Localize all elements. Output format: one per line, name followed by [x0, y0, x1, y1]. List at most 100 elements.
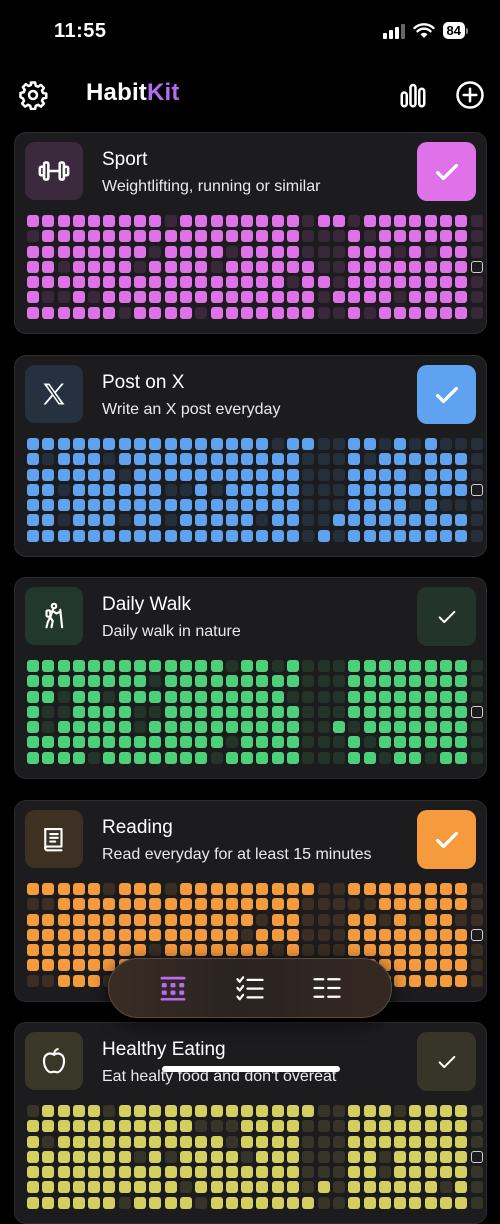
- history-day-cell: [241, 499, 254, 512]
- history-day-cell: [225, 438, 238, 450]
- history-day-cell: [88, 230, 101, 243]
- history-day-cell: [302, 1181, 315, 1194]
- history-day-cell: [363, 675, 376, 688]
- history-day-cell: [363, 438, 376, 450]
- history-day-cell: [440, 306, 453, 319]
- history-day-cell: [394, 898, 407, 911]
- history-day-cell: [363, 1166, 376, 1179]
- history-day-cell: [409, 959, 422, 972]
- history-day-cell: [440, 928, 453, 941]
- history-day-cell: [363, 751, 376, 764]
- history-day-cell: [455, 660, 468, 672]
- history-day-cell: [256, 751, 269, 764]
- history-day-cell: [72, 736, 85, 749]
- history-day-cell: [317, 928, 330, 941]
- nav-checklist-button[interactable]: [230, 968, 270, 1008]
- wifi-icon: [412, 22, 435, 38]
- history-day-cell: [256, 1135, 269, 1148]
- nav-list-view-button[interactable]: [307, 968, 347, 1008]
- history-day-cell: [302, 291, 315, 304]
- history-day-cell: [164, 736, 177, 749]
- history-day-cell: [317, 468, 330, 481]
- history-day-cell: [210, 736, 223, 749]
- history-day-cell: [210, 306, 223, 319]
- history-day-cell: [57, 959, 70, 972]
- history-day-cell: [363, 1105, 376, 1117]
- habit-card-post-on-x[interactable]: Post on X Write an X post everyday: [14, 355, 487, 557]
- history-day-cell: [42, 453, 55, 466]
- history-day-cell: [134, 499, 147, 512]
- history-day-cell: [363, 499, 376, 512]
- habit-check-button[interactable]: [417, 587, 476, 646]
- history-day-cell: [103, 690, 116, 703]
- history-day-cell: [241, 306, 254, 319]
- history-day-cell: [42, 705, 55, 718]
- history-day-cell: [57, 1150, 70, 1163]
- history-day-cell: [394, 276, 407, 289]
- history-day-cell: [317, 1166, 330, 1179]
- history-day-cell: [195, 721, 208, 734]
- history-day-cell: [256, 1166, 269, 1179]
- history-day-cell: [42, 690, 55, 703]
- history-day-cell: [210, 1150, 223, 1163]
- history-day-cell: [455, 898, 468, 911]
- history-day-cell: [134, 276, 147, 289]
- history-day-cell: [179, 468, 192, 481]
- history-day-cell: [394, 529, 407, 542]
- apple-icon: [42, 1048, 66, 1074]
- habit-check-button[interactable]: [417, 142, 476, 201]
- history-day-cell: [195, 1120, 208, 1133]
- habit-card-daily-walk[interactable]: Daily Walk Daily walk in nature: [14, 577, 487, 779]
- history-day-cell: [72, 529, 85, 542]
- history-day-cell: [317, 736, 330, 749]
- history-day-cell: [57, 215, 70, 227]
- history-day-cell: [256, 944, 269, 957]
- history-day-cell: [241, 913, 254, 926]
- history-day-cell: [88, 1196, 101, 1209]
- history-day-cell: [57, 660, 70, 672]
- checkmark-icon: [435, 831, 458, 848]
- habit-card-sport[interactable]: Sport Weightlifting, running or similar: [14, 132, 487, 334]
- history-day-cell: [118, 260, 131, 273]
- history-day-cell: [134, 291, 147, 304]
- history-day-cell: [42, 276, 55, 289]
- history-day-cell: [72, 483, 85, 496]
- settings-button[interactable]: [16, 78, 50, 112]
- statistics-button[interactable]: [396, 78, 430, 112]
- history-day-cell: [302, 1150, 315, 1163]
- history-day-cell: [149, 898, 162, 911]
- history-day-cell: [440, 1150, 453, 1163]
- history-day-cell: [287, 1135, 300, 1148]
- history-day-cell: [348, 483, 361, 496]
- history-day-cell: [363, 291, 376, 304]
- history-day-cell: [57, 529, 70, 542]
- history-day-cell: [348, 1105, 361, 1117]
- history-day-cell: [149, 1196, 162, 1209]
- history-day-cell: [27, 1135, 39, 1148]
- history-day-cell: [103, 215, 116, 227]
- history-day-cell: [103, 230, 116, 243]
- history-day-cell: [440, 468, 453, 481]
- habit-card-healthy-eating[interactable]: Healthy Eating Eat healty food and don't…: [14, 1022, 487, 1224]
- history-day-cell: [394, 675, 407, 688]
- history-day-cell: [57, 230, 70, 243]
- nav-grid-view-button[interactable]: [153, 968, 193, 1008]
- habit-check-button[interactable]: [417, 365, 476, 424]
- history-day-cell: [179, 705, 192, 718]
- history-day-cell: [42, 751, 55, 764]
- history-day-cell: [256, 721, 269, 734]
- history-day-cell: [332, 260, 345, 273]
- history-day-cell: [470, 898, 483, 911]
- history-day-cell: [378, 276, 391, 289]
- add-habit-button[interactable]: [453, 78, 487, 112]
- history-day-cell: [287, 913, 300, 926]
- history-day-cell: [455, 1135, 468, 1148]
- history-day-cell: [409, 438, 422, 450]
- habit-history-grid: [27, 1105, 483, 1209]
- history-day-cell: [256, 1105, 269, 1117]
- history-day-cell: [42, 306, 55, 319]
- habit-check-button[interactable]: [417, 810, 476, 869]
- history-day-cell: [332, 499, 345, 512]
- habit-check-button[interactable]: [417, 1032, 476, 1091]
- history-day-cell: [470, 1120, 483, 1133]
